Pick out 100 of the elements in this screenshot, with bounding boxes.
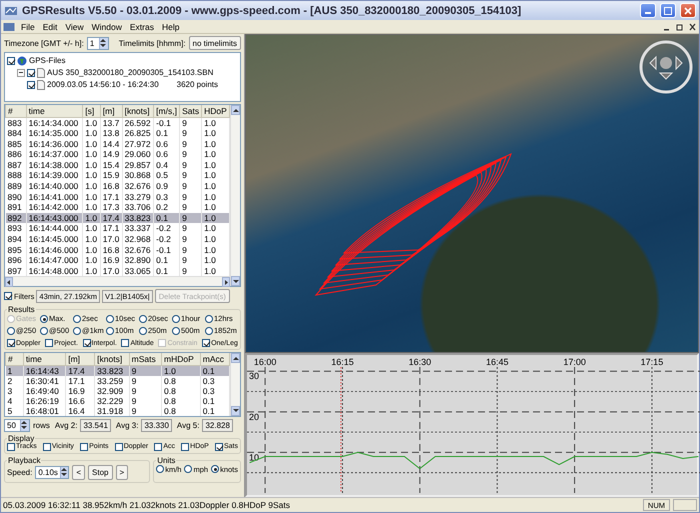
radio-button[interactable]	[73, 326, 81, 335]
column-header[interactable]: [knots]	[122, 105, 154, 117]
group-title: Units	[156, 456, 176, 465]
checkbox[interactable]	[42, 442, 51, 451]
table-row[interactable]: 1 16:14:43 17.4 33.823 9 1.0 0.1	[6, 365, 230, 376]
radio-button[interactable]	[40, 326, 48, 335]
tree-item-label[interactable]: GPS-Files	[29, 56, 66, 65]
checkbox[interactable]	[27, 68, 35, 76]
down-arrow-icon	[100, 42, 106, 48]
radio-button[interactable]	[7, 326, 15, 335]
column-header[interactable]: [m]	[100, 105, 122, 117]
document-window-icon[interactable]	[3, 22, 15, 32]
radio-button[interactable]	[139, 326, 147, 335]
column-header[interactable]: [s]	[82, 105, 100, 117]
checkbox[interactable]	[202, 339, 210, 348]
table-row[interactable]: 888 16:14:39.000 1.0 15.9 30.868 0.5 9 1.0	[6, 170, 230, 182]
checkbox[interactable]	[7, 56, 15, 64]
table-row[interactable]: 885 16:14:36.000 1.0 14.4 27.972 0.6 9 1.0	[6, 138, 230, 150]
horizontal-scrollbar[interactable]	[5, 276, 230, 286]
collapse-icon[interactable]	[17, 68, 25, 76]
tree-item-label[interactable]: AUS 350_832000180_20090305_154103.SBN	[47, 68, 214, 77]
table-cell: 9	[129, 406, 162, 416]
checkbox[interactable]	[7, 339, 15, 348]
radio-button[interactable]	[172, 314, 180, 323]
playback-button[interactable]: <	[72, 464, 86, 480]
table-row[interactable]: 3 16:49:40 16.9 32.909 9 0.8 0.3	[6, 386, 230, 396]
navigation-control-icon[interactable]	[638, 39, 694, 95]
radio-button[interactable]	[106, 314, 114, 323]
column-header[interactable]: [knots]	[94, 353, 130, 366]
table-row[interactable]: 892 16:14:43.000 1.0 17.4 33.823 0.1 9 1.0	[6, 212, 230, 224]
average-field: 32.828	[202, 418, 233, 432]
table-row[interactable]: 887 16:14:38.000 1.0 15.4 29.857 0.4 9 1.0	[6, 160, 230, 170]
table-row[interactable]: 2 16:30:41 17.1 33.259 9 0.8 0.3	[6, 376, 230, 386]
column-header[interactable]: [m]	[66, 353, 95, 366]
vertical-scrollbar[interactable]	[230, 105, 240, 286]
minimize-button[interactable]	[640, 3, 656, 18]
table-row[interactable]: 895 16:14:46.000 1.0 16.8 32.676 -0.1 9 1.0	[6, 244, 230, 256]
menu-item[interactable]: Extras	[126, 22, 158, 32]
timelimits-button[interactable]: no timelimits	[188, 36, 241, 50]
tree-item-label[interactable]: 2009.03.05 14:56:10 - 16:24:30	[47, 80, 159, 89]
table-row[interactable]: 884 16:14:35.000 1.0 13.8 26.825 0.1 9 1.0	[6, 128, 230, 139]
checkbox[interactable]	[7, 442, 15, 451]
radio-button[interactable]	[156, 465, 164, 474]
checkbox[interactable]	[4, 292, 12, 300]
point-count: 3620 points	[176, 80, 219, 89]
column-header[interactable]: Sats	[180, 105, 202, 117]
table-row[interactable]: 893 16:14:44.000 1.0 17.1 33.337 -0.2 9 1.0	[6, 223, 230, 234]
spin-field[interactable]: 1	[86, 36, 109, 50]
table-row[interactable]: 896 16:14:47.000 1.0 16.9 32.890 0.1 9 1.0	[6, 255, 230, 266]
checkbox[interactable]	[154, 442, 162, 451]
checkbox[interactable]	[121, 339, 130, 348]
radio-button[interactable]	[106, 326, 114, 335]
radio-button[interactable]	[172, 326, 180, 335]
radio-button[interactable]	[205, 326, 213, 335]
radio-button[interactable]	[139, 314, 147, 323]
checkbox[interactable]	[80, 442, 88, 451]
checkbox[interactable]	[181, 442, 190, 451]
table-row[interactable]: 890 16:14:41.000 1.0 17.1 33.279 0.3 9 1.0	[6, 192, 230, 202]
table-row[interactable]: 889 16:14:40.000 1.0 16.8 32.676 0.9 9 1.0	[6, 181, 230, 192]
checkbox[interactable]	[27, 80, 35, 88]
checkbox[interactable]	[82, 339, 91, 348]
table-row[interactable]: 891 16:14:42.000 1.0 17.3 33.706 0.2 9 1.0	[6, 202, 230, 213]
table-row[interactable]: 883 16:14:34.000 1.0 13.7 26.592 -0.1 9 1.0	[6, 117, 230, 128]
radio-button[interactable]	[205, 314, 213, 323]
menu-item[interactable]: View	[61, 22, 88, 32]
column-header[interactable]: #	[6, 105, 26, 117]
column-header[interactable]: HDoP	[202, 105, 230, 117]
column-header[interactable]: time	[26, 105, 83, 117]
close-button[interactable]	[680, 3, 696, 18]
playback-button[interactable]: >	[116, 464, 128, 480]
checkbox[interactable]	[214, 442, 223, 451]
column-header[interactable]: #	[6, 353, 24, 366]
menu-item[interactable]: File	[17, 22, 39, 32]
down-arrow-icon	[232, 278, 238, 284]
axis-tick-label: 16:45	[486, 357, 508, 367]
window-controls-icon[interactable]	[663, 22, 697, 30]
maximize-button[interactable]	[660, 3, 676, 18]
column-header[interactable]: mHDoP	[162, 353, 200, 366]
table-row[interactable]: 897 16:14:48.000 1.0 17.0 33.065 0.1 9 1.0	[6, 266, 230, 276]
radio-button[interactable]	[184, 465, 192, 474]
column-header[interactable]: time	[23, 353, 66, 366]
menu-item[interactable]: Help	[158, 22, 184, 32]
table-row[interactable]: 5 16:48:01 16.4 31.918 9 0.8 0.1	[6, 406, 230, 416]
checkbox[interactable]	[45, 339, 54, 348]
checkbox[interactable]	[114, 442, 123, 451]
menu-item[interactable]: Window	[88, 22, 126, 32]
column-header[interactable]: mAcc	[200, 353, 230, 366]
spin-field[interactable]: 50	[4, 418, 30, 432]
table-row[interactable]: 4 16:26:19 16.6 32.229 9 0.8 0.1	[6, 396, 230, 406]
table-row[interactable]: 894 16:14:45.000 1.0 17.0 32.968 -0.2 9 1.0	[6, 234, 230, 245]
radio-button[interactable]	[211, 465, 220, 474]
menu-item[interactable]: Edit	[38, 22, 62, 32]
spin-field[interactable]: 0.10s	[35, 466, 70, 479]
column-header[interactable]: [m/s,]	[154, 105, 180, 117]
radio-button[interactable]	[40, 314, 48, 323]
table-row[interactable]: 886 16:14:37.000 1.0 14.9 29.060 0.6 9 1.0	[6, 149, 230, 160]
column-header[interactable]: mSats	[129, 353, 162, 366]
playback-button[interactable]: Stop	[88, 464, 112, 480]
vertical-scrollbar[interactable]	[230, 353, 240, 416]
radio-button[interactable]	[73, 314, 81, 323]
